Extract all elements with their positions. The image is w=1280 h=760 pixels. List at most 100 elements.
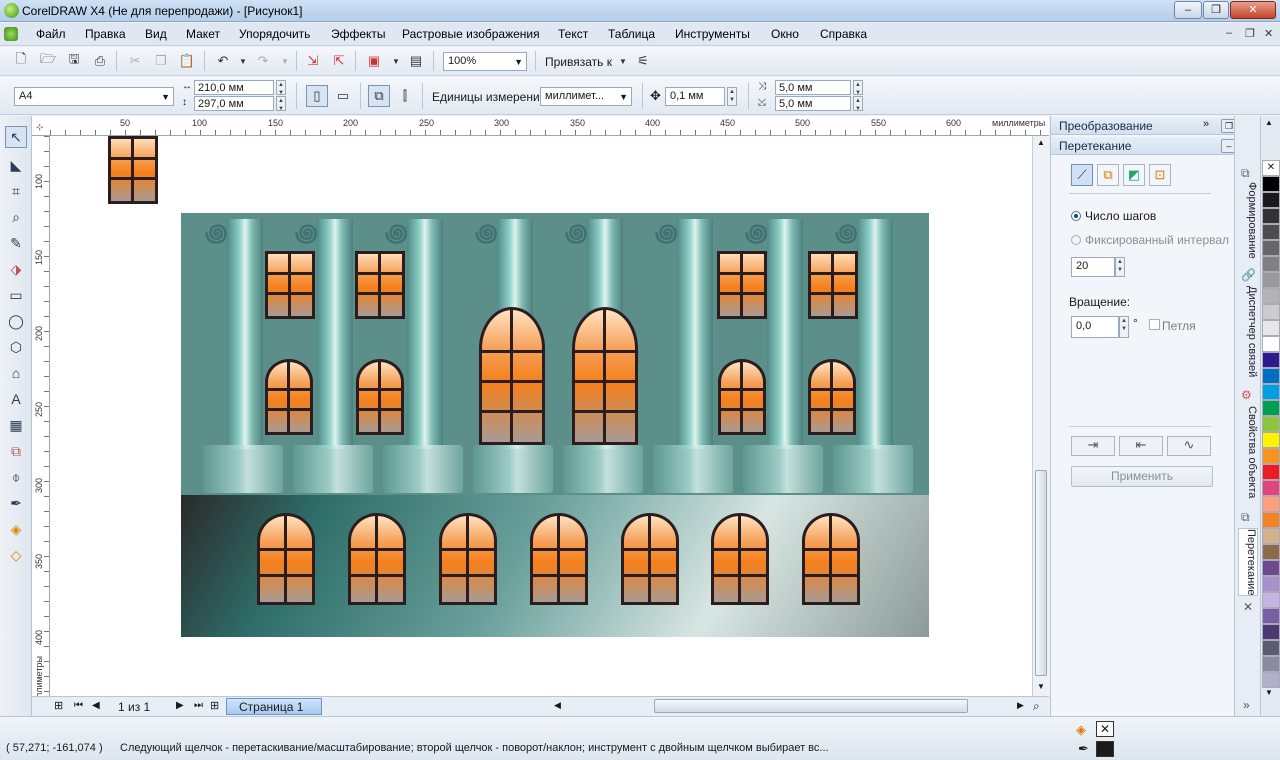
color-swatch[interactable] xyxy=(1262,544,1280,560)
nudge-field[interactable]: 0,1 мм xyxy=(665,87,725,106)
blend-color-icon[interactable]: ◩ xyxy=(1123,164,1145,186)
doc-close-icon[interactable]: ✕ xyxy=(1264,27,1273,40)
scroll-right-icon[interactable]: ▶ xyxy=(1017,700,1024,711)
arched-window-object[interactable] xyxy=(356,359,404,435)
window-object[interactable] xyxy=(108,136,158,204)
facade-upper[interactable]: ꩜ ꩜ ꩜ ꩜ ꩜ ꩜ ꩜ ꩜ ꩜ ꩜ ꩜ ꩜ ꩜ ꩜ ꩜ ꩜ xyxy=(181,213,929,495)
window-object[interactable] xyxy=(265,251,315,319)
menu-edit[interactable]: Правка xyxy=(85,27,126,41)
last-page-icon[interactable]: ⏭ xyxy=(194,700,203,711)
cut-icon[interactable]: ✂ xyxy=(124,50,146,72)
text-tool-icon[interactable]: A xyxy=(5,388,27,410)
color-swatch[interactable] xyxy=(1262,512,1280,528)
color-swatch[interactable] xyxy=(1262,320,1280,336)
color-swatch[interactable] xyxy=(1262,432,1280,448)
arched-window-object[interactable] xyxy=(530,513,588,605)
doc-restore-icon[interactable]: ❐ xyxy=(1245,27,1255,40)
paste-icon[interactable]: 📋 xyxy=(176,50,198,72)
interactive-fill-icon[interactable]: ◇ xyxy=(5,544,27,566)
page-height-field[interactable]: 297,0 мм xyxy=(194,96,274,111)
zoom-select[interactable]: 100% ▼ xyxy=(443,52,527,71)
add-page-before-icon[interactable]: ⊞ xyxy=(54,699,63,712)
menu-help[interactable]: Справка xyxy=(820,27,867,41)
current-page-icon[interactable]: ⫿ xyxy=(394,85,416,107)
rotation-spinner[interactable]: ▲ ▼ xyxy=(1119,316,1129,338)
color-swatch[interactable] xyxy=(1262,288,1280,304)
path-icon[interactable]: ∿ xyxy=(1167,436,1211,456)
color-swatch[interactable] xyxy=(1262,224,1280,240)
page-tab[interactable]: Страница 1 xyxy=(226,698,322,715)
open-icon[interactable]: 🗁 xyxy=(37,50,59,72)
polygon-tool-icon[interactable]: ⬡ xyxy=(5,336,27,358)
arched-window-object[interactable] xyxy=(348,513,406,605)
rectangle-tool-icon[interactable]: ▭ xyxy=(5,284,27,306)
menu-layout[interactable]: Макет xyxy=(186,27,220,41)
tab-object-properties[interactable]: Свойства объекта xyxy=(1238,406,1258,498)
undo-dropdown-icon[interactable]: ▼ xyxy=(232,50,254,72)
menu-text[interactable]: Текст xyxy=(558,27,588,41)
print-icon[interactable]: ⎙ xyxy=(89,50,111,72)
scroll-up-icon[interactable]: ▲ xyxy=(1037,138,1045,147)
color-swatch[interactable] xyxy=(1262,336,1280,352)
color-swatch[interactable] xyxy=(1262,640,1280,656)
color-swatch[interactable] xyxy=(1262,560,1280,576)
end-object-icon[interactable]: ⇤ xyxy=(1119,436,1163,456)
ruler-origin-icon[interactable]: ⊹ xyxy=(36,122,44,133)
menu-window[interactable]: Окно xyxy=(771,27,799,41)
snap-dropdown-icon[interactable]: ▼ xyxy=(612,50,634,72)
blend-misc-icon[interactable]: ⊡ xyxy=(1149,164,1171,186)
window-object[interactable] xyxy=(808,251,858,319)
arched-window-object[interactable] xyxy=(808,359,856,435)
new-icon[interactable]: 🗋 xyxy=(10,50,32,72)
color-swatch[interactable] xyxy=(1262,256,1280,272)
menu-view[interactable]: Вид xyxy=(145,27,167,41)
crop-tool-icon[interactable]: ⌗ xyxy=(5,180,27,202)
duplicate-y-spinner[interactable]: ▲ ▼ xyxy=(853,96,863,112)
arched-window-object[interactable] xyxy=(265,359,313,435)
color-swatch[interactable] xyxy=(1262,528,1280,544)
expand-dockers-icon[interactable]: » xyxy=(1243,698,1250,712)
save-icon[interactable]: 🖫 xyxy=(63,50,85,72)
drawing-canvas[interactable]: ꩜ ꩜ ꩜ ꩜ ꩜ ꩜ ꩜ ꩜ ꩜ ꩜ ꩜ ꩜ ꩜ ꩜ ꩜ ꩜ xyxy=(50,136,1032,696)
blend-tool-icon[interactable]: ⧉ xyxy=(5,440,27,462)
export-icon[interactable]: ⇱ xyxy=(328,50,350,72)
color-swatch[interactable] xyxy=(1262,656,1280,672)
next-page-icon[interactable]: ▶ xyxy=(176,700,184,711)
redo-dropdown-icon[interactable]: ▼ xyxy=(274,50,296,72)
navigator-icon[interactable]: ⌕ xyxy=(1033,699,1040,714)
vertical-scrollbar[interactable]: ▲ ▼ xyxy=(1032,136,1049,696)
launcher-dropdown-icon[interactable]: ▼ xyxy=(385,50,407,72)
basic-shapes-icon[interactable]: ⌂ xyxy=(5,362,27,384)
pick-tool-icon[interactable]: ↖ xyxy=(5,126,27,148)
scroll-left-icon[interactable]: ◀ xyxy=(554,700,561,711)
duplicate-x-spinner[interactable]: ▲ ▼ xyxy=(853,80,863,96)
menu-bitmaps[interactable]: Растровые изображения xyxy=(402,27,540,41)
tab-blend[interactable]: Перетекание xyxy=(1238,528,1258,597)
color-swatch[interactable] xyxy=(1262,176,1280,192)
portrait-icon[interactable]: ▯ xyxy=(306,85,328,107)
application-launcher-icon[interactable]: ▣ xyxy=(363,50,385,72)
apply-button[interactable]: Применить xyxy=(1071,466,1213,487)
color-swatch[interactable] xyxy=(1262,208,1280,224)
nudge-spinner[interactable]: ▲ ▼ xyxy=(727,87,737,106)
menu-tools[interactable]: Инструменты xyxy=(675,27,750,41)
blend-docker-header[interactable]: Перетекание xyxy=(1051,137,1235,155)
color-swatch[interactable] xyxy=(1262,400,1280,416)
tab-link-manager[interactable]: Диспетчер связей xyxy=(1238,286,1258,377)
units-select[interactable]: миллимет... ▼ xyxy=(540,87,632,106)
arched-window-object[interactable] xyxy=(802,513,860,605)
page-width-field[interactable]: 210,0 мм xyxy=(194,80,274,95)
arched-window-object[interactable] xyxy=(479,307,545,445)
arched-window-object[interactable] xyxy=(257,513,315,605)
arched-window-object[interactable] xyxy=(439,513,497,605)
color-swatch[interactable] xyxy=(1262,448,1280,464)
no-color-swatch[interactable]: ✕ xyxy=(1262,160,1280,176)
first-page-icon[interactable]: ⏮ xyxy=(74,700,83,711)
redo-icon[interactable]: ↷ xyxy=(252,50,274,72)
color-swatch[interactable] xyxy=(1262,416,1280,432)
zoom-tool-icon[interactable]: ⌕ xyxy=(5,206,27,228)
palette-scroll-up-icon[interactable]: ▲ xyxy=(1265,118,1273,127)
color-swatch[interactable] xyxy=(1262,576,1280,592)
eyedropper-tool-icon[interactable]: ⌽ xyxy=(5,466,27,488)
color-swatch[interactable] xyxy=(1262,384,1280,400)
